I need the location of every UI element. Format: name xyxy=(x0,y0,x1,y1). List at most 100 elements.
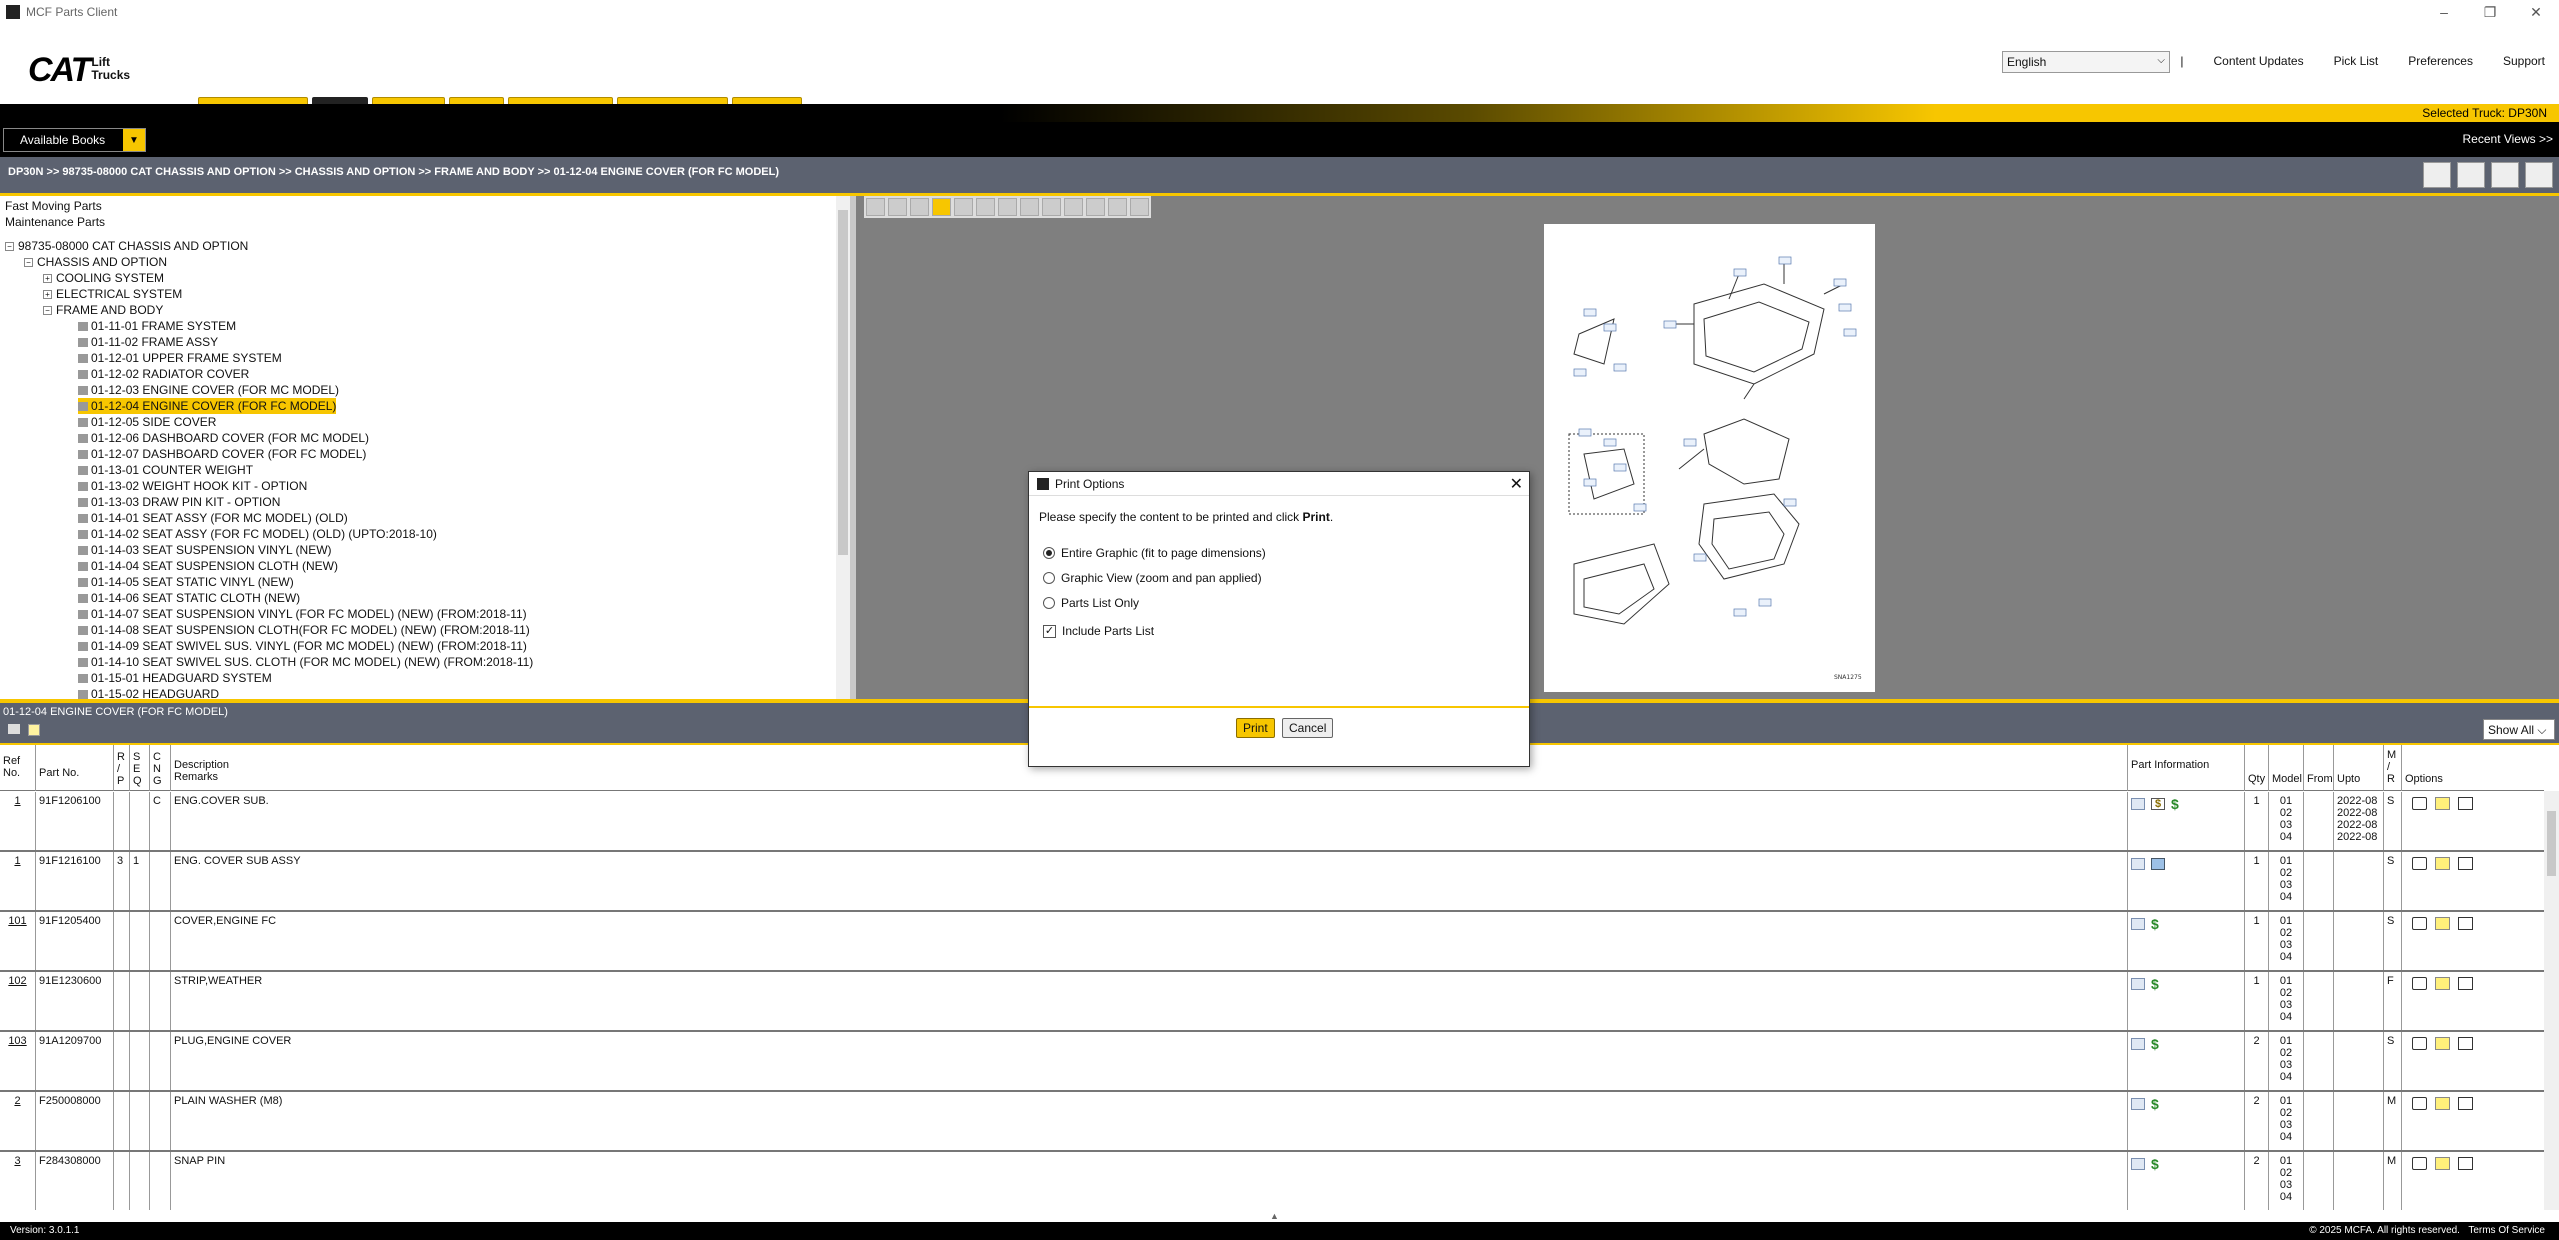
document-icon[interactable] xyxy=(2131,1098,2145,1111)
table-icon[interactable] xyxy=(2458,1037,2473,1050)
table-row[interactable]: 2 F250008000 PLAIN WASHER (M8) $2 01 02 03 04 M xyxy=(0,1092,2544,1152)
checkmark-icon[interactable]: ✓ xyxy=(1043,624,1056,638)
tree-item[interactable]: 01-11-01 FRAME SYSTEM xyxy=(78,318,236,334)
parts-table-scrollbar[interactable] xyxy=(2544,791,2559,1210)
table-row[interactable]: 103 91A1209700 PLUG,ENGINE COVER $2 01 02 03 04… xyxy=(0,1032,2544,1092)
tile-view-icon[interactable] xyxy=(2525,162,2553,188)
tree-item[interactable]: 01-12-03 ENGINE COVER (FOR MC MODEL) xyxy=(78,382,339,398)
list-view-icon[interactable] xyxy=(2423,162,2451,188)
tree-item[interactable]: 01-14-09 SEAT SWIVEL SUS. VINYL (FOR MC … xyxy=(78,638,527,654)
note-icon[interactable] xyxy=(2435,977,2450,990)
show-all-select[interactable]: Show All ⌵ xyxy=(2483,719,2555,740)
split-view-icon[interactable] xyxy=(2491,162,2519,188)
include-parts-list-checkbox[interactable]: ✓ Include Parts List xyxy=(1043,624,1154,638)
back-icon[interactable] xyxy=(1042,198,1061,216)
note-icon[interactable] xyxy=(28,724,40,736)
note-icon[interactable] xyxy=(2435,1037,2450,1050)
tree-item[interactable]: 01-11-02 FRAME ASSY xyxy=(78,334,218,350)
comment-icon[interactable] xyxy=(2412,797,2427,810)
content-updates-link[interactable]: Content Updates xyxy=(2214,54,2304,68)
rotate-icon[interactable] xyxy=(1086,198,1105,216)
maintenance-parts-link[interactable]: Maintenance Parts xyxy=(5,214,105,230)
tree-item[interactable]: 01-14-02 SEAT ASSY (FOR FC MODEL) (OLD) … xyxy=(78,526,437,542)
table-row[interactable]: 101 91F1205400 COVER,ENGINE FC $1 01 02 03 04 S xyxy=(0,912,2544,972)
forward-icon[interactable] xyxy=(1064,198,1083,216)
fit-icon[interactable] xyxy=(866,198,885,216)
tree-root[interactable]: −98735-08000 CAT CHASSIS AND OPTION xyxy=(5,238,248,254)
comment-icon[interactable] xyxy=(2412,857,2427,870)
available-books-dropdown[interactable]: Available Books ▼ xyxy=(3,128,146,152)
parts-scroll-thumb[interactable] xyxy=(2547,811,2556,876)
image-icon[interactable] xyxy=(2151,858,2165,871)
option-parts-list-only[interactable]: Parts List Only xyxy=(1043,596,1139,610)
collapse-icon[interactable]: − xyxy=(24,258,33,268)
tree-item[interactable]: 01-12-07 DASHBOARD COVER (FOR FC MODEL) xyxy=(78,446,366,462)
price-icon[interactable]: $ xyxy=(2151,917,2159,931)
comment-icon[interactable] xyxy=(2412,917,2427,930)
table-row[interactable]: 102 91E1230600 STRIP,WEATHER $1 01 02 03 04 F xyxy=(0,972,2544,1032)
radio-selected[interactable] xyxy=(1043,547,1055,559)
print-button[interactable]: Print xyxy=(1236,718,1275,738)
price-icon[interactable]: $ xyxy=(2151,1157,2159,1171)
zoom-in-icon[interactable] xyxy=(954,198,973,216)
table-row[interactable]: 1 91F1206100 C ENG.COVER SUB. $ $1 01 02 03 04 202… xyxy=(0,792,2544,852)
document-icon[interactable] xyxy=(2131,918,2145,931)
print-icon[interactable] xyxy=(888,198,907,216)
expand-icon[interactable]: + xyxy=(43,274,52,284)
highlight-icon[interactable] xyxy=(998,198,1017,216)
tree-group-electrical[interactable]: + ELECTRICAL SYSTEM xyxy=(43,286,182,302)
note-icon[interactable] xyxy=(2435,857,2450,870)
tree-item[interactable]: 01-14-06 SEAT STATIC CLOTH (NEW) xyxy=(78,590,300,606)
note-icon[interactable] xyxy=(2435,917,2450,930)
tree-item[interactable]: 01-14-07 SEAT SUSPENSION VINYL (FOR FC M… xyxy=(78,606,527,622)
collapse-icon[interactable]: − xyxy=(5,242,14,252)
table-row[interactable]: 3 F284308000 SNAP PIN $2 01 02 03 04 M xyxy=(0,1152,2544,1210)
tree-scrollbar[interactable] xyxy=(836,196,850,699)
table-icon[interactable] xyxy=(2458,917,2473,930)
close-window-button[interactable]: ✕ xyxy=(2513,0,2559,24)
tree-item[interactable]: 01-14-05 SEAT STATIC VINYL (NEW) xyxy=(78,574,294,590)
clear-icon[interactable] xyxy=(1020,198,1039,216)
preferences-link[interactable]: Preferences xyxy=(2408,54,2473,68)
close-icon[interactable]: ✕ xyxy=(1510,474,1523,494)
price-icon[interactable]: $ xyxy=(2151,1097,2159,1111)
radio-unselected[interactable] xyxy=(1043,597,1055,609)
tree-item[interactable]: 01-14-10 SEAT SWIVEL SUS. CLOTH (FOR MC … xyxy=(78,654,533,670)
tree-item[interactable]: 01-15-02 HEADGUARD xyxy=(78,686,219,699)
tree-item[interactable]: 01-14-04 SEAT SUSPENSION CLOTH (NEW) xyxy=(78,558,338,574)
splitter-handle-icon[interactable]: ▲ xyxy=(1270,1211,1288,1221)
ref-link[interactable]: 102 xyxy=(8,975,26,987)
price-icon[interactable]: $ xyxy=(2151,1037,2159,1051)
ref-link[interactable]: 3 xyxy=(14,1155,20,1167)
export-icon[interactable] xyxy=(1108,198,1127,216)
ref-link[interactable]: 1 xyxy=(14,795,20,807)
tree-item[interactable]: 01-15-01 HEADGUARD SYSTEM xyxy=(78,670,272,686)
language-select[interactable]: English ⌵ xyxy=(2002,51,2170,73)
radio-unselected[interactable] xyxy=(1043,572,1055,584)
tree-item[interactable]: 01-13-03 DRAW PIN KIT - OPTION xyxy=(78,494,280,510)
price-icon[interactable]: $ xyxy=(2151,977,2159,991)
tree-item[interactable]: 01-14-03 SEAT SUSPENSION VINYL (NEW) xyxy=(78,542,332,558)
cancel-button[interactable]: Cancel xyxy=(1282,718,1334,738)
tree-item[interactable]: 01-12-06 DASHBOARD COVER (FOR MC MODEL) xyxy=(78,430,369,446)
parts-diagram-sheet[interactable]: SNA1275 xyxy=(1544,224,1875,692)
document-icon[interactable] xyxy=(2131,1038,2145,1051)
table-icon[interactable] xyxy=(2458,977,2473,990)
comment-icon[interactable] xyxy=(2412,1097,2427,1110)
option-graphic-view[interactable]: Graphic View (zoom and pan applied) xyxy=(1043,571,1262,585)
zoom-out-icon[interactable] xyxy=(976,198,995,216)
comment-icon[interactable] xyxy=(2412,1037,2427,1050)
tree-item[interactable]: 01-12-02 RADIATOR COVER xyxy=(78,366,249,382)
tree-item[interactable]: 01-12-01 UPPER FRAME SYSTEM xyxy=(78,350,282,366)
tree-item[interactable]: 01-13-01 COUNTER WEIGHT xyxy=(78,462,253,478)
settings-icon[interactable] xyxy=(1130,198,1149,216)
document-icon[interactable] xyxy=(2131,858,2145,871)
fast-moving-parts-link[interactable]: Fast Moving Parts xyxy=(5,198,102,214)
tree-group-cooling[interactable]: + COOLING SYSTEM xyxy=(43,270,164,286)
note-icon[interactable] xyxy=(2435,797,2450,810)
tree-item[interactable]: 01-13-02 WEIGHT HOOK KIT - OPTION xyxy=(78,478,307,494)
collapse-icon[interactable]: − xyxy=(43,306,52,316)
tree-level1[interactable]: − CHASSIS AND OPTION xyxy=(24,254,167,270)
tree-item[interactable]: 01-14-01 SEAT ASSY (FOR MC MODEL) (OLD) xyxy=(78,510,348,526)
expand-icon[interactable]: + xyxy=(43,290,52,300)
